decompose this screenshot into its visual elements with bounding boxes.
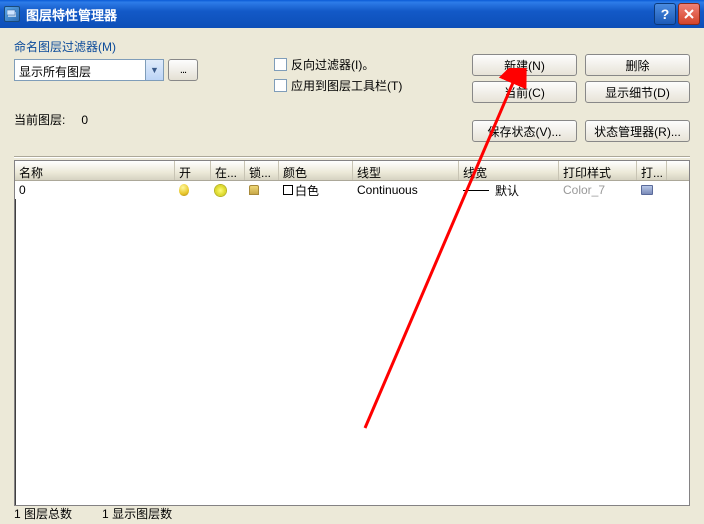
titlebar: 图层特性管理器 ?	[0, 0, 704, 28]
footer-stats: 1 图层总数 1 显示图层数	[14, 505, 172, 522]
printer-icon	[641, 185, 653, 195]
cell-on[interactable]	[175, 183, 211, 197]
apply-toolbar-checkbox[interactable]	[274, 79, 287, 92]
close-button[interactable]	[678, 3, 700, 25]
apply-toolbar-label: 应用到图层工具栏(T)	[291, 77, 402, 94]
invert-filter-checkbox[interactable]	[274, 58, 287, 71]
th-name[interactable]: 名称	[15, 161, 175, 180]
named-filter-label: 命名图层过滤器(M)	[14, 38, 244, 55]
cell-name: 0	[15, 182, 175, 198]
th-color[interactable]: 颜色	[279, 161, 353, 180]
th-plot[interactable]: 打...	[637, 161, 667, 180]
delete-button[interactable]: 删除	[585, 54, 690, 76]
current-button[interactable]: 当前(C)	[472, 81, 577, 103]
filter-combobox[interactable]: 显示所有图层 ▼	[14, 59, 164, 81]
filter-browse-button[interactable]: ...	[168, 59, 198, 81]
th-on[interactable]: 开	[175, 161, 211, 180]
cell-color[interactable]: 白色	[279, 181, 353, 200]
current-layer-label: 当前图层:	[14, 111, 65, 128]
th-lineweight[interactable]: 线宽	[459, 161, 559, 180]
filter-combo-text: 显示所有图层	[15, 60, 145, 80]
cell-plotstyle: Color_7	[559, 182, 637, 198]
th-linetype[interactable]: 线型	[353, 161, 459, 180]
cell-lock[interactable]	[245, 184, 279, 196]
save-state-button[interactable]: 保存状态(V)...	[472, 120, 577, 142]
current-layer-value: 0	[81, 113, 88, 127]
show-details-button[interactable]: 显示细节(D)	[585, 81, 690, 103]
help-button[interactable]: ?	[654, 3, 676, 25]
lock-icon	[249, 185, 259, 195]
invert-filter-label: 反向过滤器(I)。	[291, 56, 374, 73]
chevron-down-icon[interactable]: ▼	[145, 60, 163, 80]
th-freeze[interactable]: 在...	[211, 161, 245, 180]
app-icon	[4, 6, 20, 22]
cell-plot[interactable]	[637, 184, 667, 196]
cell-linetype[interactable]: Continuous	[353, 182, 459, 198]
cell-lineweight[interactable]: 默认	[459, 181, 559, 200]
state-manager-button[interactable]: 状态管理器(R)...	[585, 120, 690, 142]
cell-freeze[interactable]	[211, 184, 245, 197]
window-title: 图层特性管理器	[26, 5, 652, 24]
table-header: 名称 开 在... 锁... 颜色 线型 线宽 打印样式 打...	[15, 161, 689, 181]
sun-icon	[215, 185, 226, 196]
color-swatch-icon	[283, 185, 293, 195]
table-row[interactable]: 0 白色 Continuous 默认 Color_7	[15, 181, 689, 199]
th-lock[interactable]: 锁...	[245, 161, 279, 180]
th-plotstyle[interactable]: 打印样式	[559, 161, 637, 180]
dialog-body: 命名图层过滤器(M) 显示所有图层 ▼ ... 反向过滤器(I)。 应用到图层工…	[0, 28, 704, 524]
layer-table[interactable]: 名称 开 在... 锁... 颜色 线型 线宽 打印样式 打... 0 白色 C…	[14, 160, 690, 506]
bulb-icon	[179, 184, 189, 196]
new-button[interactable]: 新建(N)	[472, 54, 577, 76]
